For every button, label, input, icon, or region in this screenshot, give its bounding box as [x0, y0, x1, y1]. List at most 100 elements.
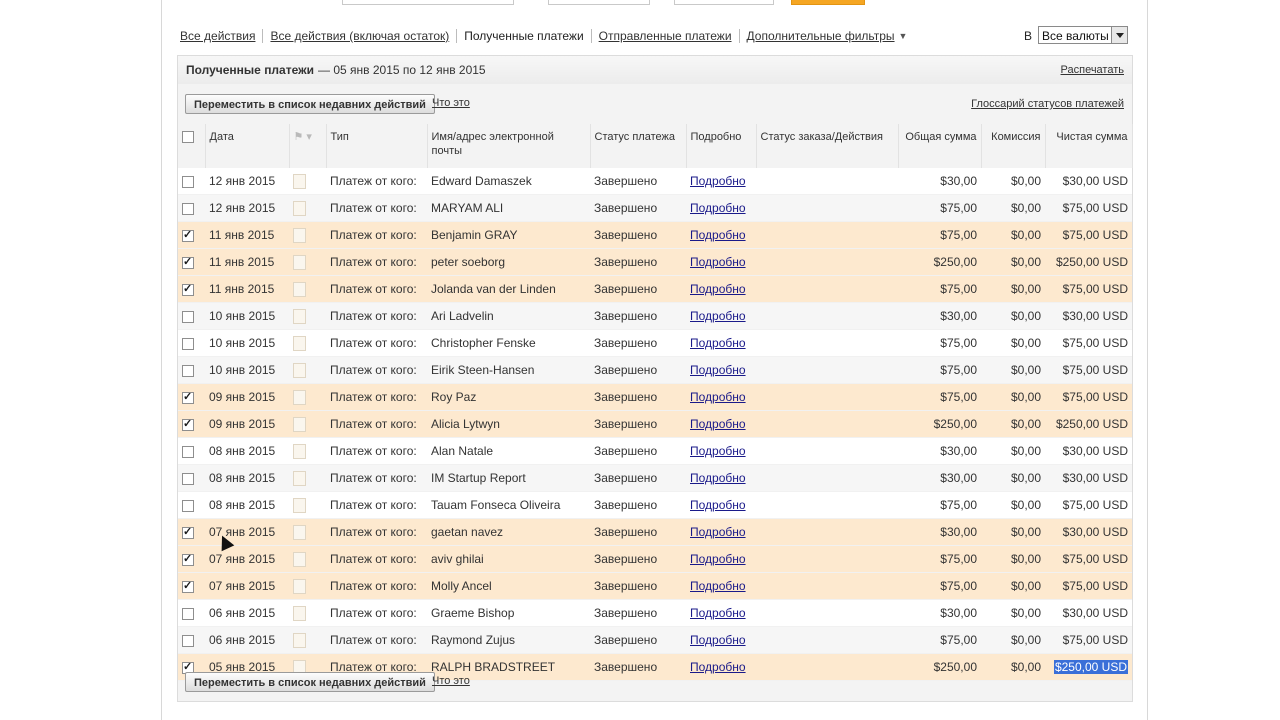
note-icon[interactable] [293, 335, 306, 351]
table-row[interactable]: 10 янв 2015 Платеж от кого: Ari Ladvelin За… [178, 302, 1132, 330]
what-is-this-link-top[interactable]: Что это [432, 97, 470, 109]
note-icon[interactable] [293, 281, 306, 297]
note-icon[interactable] [293, 362, 306, 378]
note-icon[interactable] [293, 308, 306, 324]
row-checkbox[interactable] [182, 390, 194, 404]
details-link[interactable]: Подробно [690, 228, 746, 242]
currency-select[interactable]: Все валюты [1038, 26, 1128, 44]
table-row[interactable]: 06 янв 2015 Платеж от кого: Raymond Zujus З… [178, 626, 1132, 654]
row-checkbox[interactable] [182, 228, 194, 242]
row-checkbox[interactable] [182, 337, 194, 350]
details-link[interactable]: Подробно [690, 525, 746, 539]
table-row[interactable]: 08 янв 2015 Платеж от кого: Alan Natale Зав… [178, 437, 1132, 465]
row-checkbox[interactable] [182, 552, 194, 566]
top-input-2[interactable] [548, 0, 650, 5]
details-link[interactable]: Подробно [690, 660, 746, 674]
note-icon[interactable] [293, 524, 306, 540]
note-icon[interactable] [293, 605, 306, 621]
table-row[interactable]: 12 янв 2015 Платеж от кого: MARYAM ALI Заве… [178, 194, 1132, 222]
chevron-down-icon[interactable]: ▼ [899, 31, 908, 41]
details-link[interactable]: Подробно [690, 336, 746, 350]
row-checkbox[interactable] [182, 364, 194, 377]
details-link[interactable]: Подробно [690, 390, 746, 404]
move-to-recent-button-top[interactable]: Переместить в список недавних действий [185, 94, 435, 114]
top-input-3[interactable] [674, 0, 774, 5]
table-row[interactable]: 07 янв 2015 Платеж от кого:aviv ghilaiЗав… [178, 545, 1132, 573]
row-checkbox[interactable] [182, 255, 194, 269]
move-to-recent-button-bottom[interactable]: Переместить в список недавних действий [185, 672, 435, 692]
row-checkbox[interactable] [182, 525, 194, 539]
table-row[interactable]: 11 янв 2015 Платеж от кого:peter soeborgЗ… [178, 248, 1132, 276]
row-checkbox[interactable] [182, 417, 194, 431]
details-link[interactable]: Подробно [690, 282, 746, 296]
table-row[interactable]: 08 янв 2015 Платеж от кого: Tauam Fonseca … [178, 491, 1132, 519]
table-row[interactable]: 12 янв 2015 Платеж от кого: Edward Damasze… [178, 168, 1132, 195]
note-icon[interactable] [293, 227, 306, 243]
note-icon[interactable] [293, 254, 306, 270]
row-checkbox[interactable] [182, 607, 194, 620]
header-status[interactable]: Статус платежа [590, 124, 687, 168]
details-link[interactable]: Подробно [690, 255, 746, 269]
table-row[interactable]: 07 янв 2015Платеж от кого:gaetan navezЗа… [178, 518, 1132, 546]
note-icon[interactable] [293, 632, 306, 648]
details-link[interactable]: Подробно [690, 309, 746, 323]
table-row[interactable]: 10 янв 2015 Платеж от кого: Christopher Fe… [178, 329, 1132, 357]
details-link[interactable]: Подробно [690, 201, 746, 215]
note-icon[interactable] [293, 200, 306, 216]
what-is-this-link-bottom[interactable]: Что это [432, 675, 470, 687]
note-icon[interactable] [293, 416, 306, 432]
table-row[interactable]: 08 янв 2015 Платеж от кого: IM Startup Rep… [178, 464, 1132, 492]
header-type[interactable]: Тип [326, 124, 428, 168]
details-link[interactable]: Подробно [690, 174, 746, 188]
header-date[interactable]: Дата [205, 124, 290, 168]
details-link[interactable]: Подробно [690, 633, 746, 647]
row-checkbox[interactable] [182, 310, 194, 323]
row-checkbox[interactable] [182, 175, 194, 188]
table-row[interactable]: 07 янв 2015 Платеж от кого:Molly AncelЗав… [178, 572, 1132, 600]
search-button[interactable] [791, 0, 865, 5]
row-checkbox[interactable] [182, 472, 194, 485]
table-row[interactable]: 06 янв 2015 Платеж от кого: Graeme Bishop З… [178, 599, 1132, 627]
row-checkbox[interactable] [182, 282, 194, 296]
tab-all-activity-balance[interactable]: Все действия (включая остаток) [270, 29, 449, 43]
header-gross[interactable]: Общая сумма [898, 124, 982, 168]
tab-all-activity[interactable]: Все действия [180, 29, 255, 43]
tab-payments-sent[interactable]: Отправленные платежи [599, 29, 732, 43]
top-input-1[interactable] [342, 0, 514, 5]
tab-more-filters[interactable]: Дополнительные фильтры [747, 29, 895, 43]
dropdown-arrow-icon[interactable] [1111, 27, 1127, 43]
print-link[interactable]: Распечатать [1061, 64, 1124, 76]
header-net[interactable]: Чистая сумма [1045, 124, 1133, 168]
select-all-checkbox[interactable] [182, 131, 194, 144]
details-link[interactable]: Подробно [690, 417, 746, 431]
row-checkbox[interactable] [182, 579, 194, 593]
table-row[interactable]: 09 янв 2015 Платеж от кого:Alicia LytwynЗ… [178, 410, 1132, 438]
row-checkbox[interactable] [182, 634, 194, 647]
note-icon[interactable] [293, 443, 306, 459]
status-glossary-link[interactable]: Глоссарий статусов платежей [971, 98, 1124, 110]
header-flag[interactable]: ⚑ ▾ [289, 124, 327, 168]
details-link[interactable]: Подробно [690, 471, 746, 485]
note-icon[interactable] [293, 389, 306, 405]
row-checkbox[interactable] [182, 202, 194, 215]
table-row[interactable]: 09 янв 2015 Платеж от кого:Roy PazЗаверше… [178, 383, 1132, 411]
note-icon[interactable] [293, 578, 306, 594]
row-checkbox[interactable] [182, 445, 194, 458]
details-link[interactable]: Подробно [690, 363, 746, 377]
row-checkbox[interactable] [182, 499, 194, 512]
note-icon[interactable] [293, 470, 306, 486]
header-name[interactable]: Имя/адрес электронной почты [427, 124, 591, 168]
details-link[interactable]: Подробно [690, 444, 746, 458]
header-fee[interactable]: Комиссия [981, 124, 1046, 168]
note-icon[interactable] [293, 173, 306, 189]
table-row[interactable]: 11 янв 2015 Платеж от кого:Benjamin GRAYЗ… [178, 221, 1132, 249]
table-row[interactable]: 10 янв 2015 Платеж от кого: Eirik Steen-Ha… [178, 356, 1132, 384]
tab-payments-received[interactable]: Полученные платежи [464, 29, 583, 43]
details-link[interactable]: Подробно [690, 579, 746, 593]
details-link[interactable]: Подробно [690, 606, 746, 620]
note-icon[interactable] [293, 551, 306, 567]
table-row[interactable]: 11 янв 2015 Платеж от кого:Jolanda van de… [178, 275, 1132, 303]
note-icon[interactable] [293, 497, 306, 513]
details-link[interactable]: Подробно [690, 498, 746, 512]
details-link[interactable]: Подробно [690, 552, 746, 566]
